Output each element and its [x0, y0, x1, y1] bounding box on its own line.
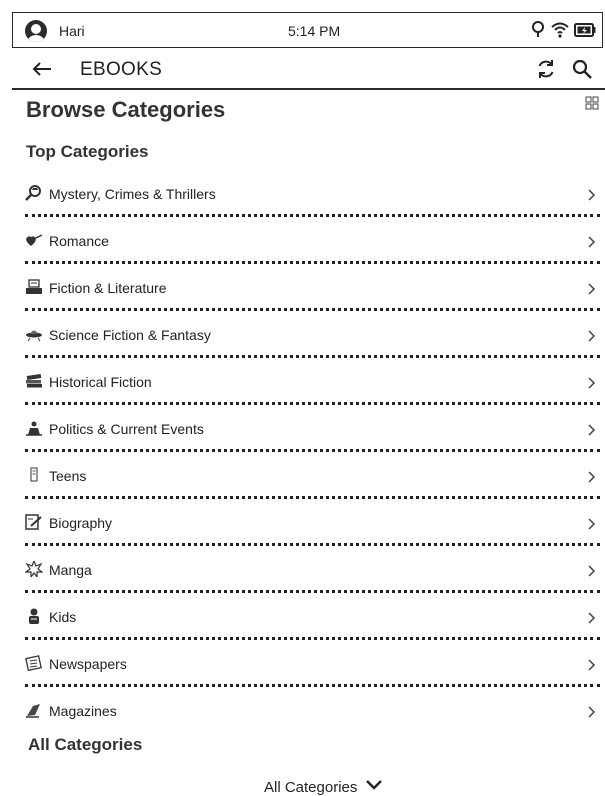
all-categories-heading: All Categories — [28, 735, 143, 754]
category-label: Politics & Current Events — [49, 421, 204, 437]
app-title: EBOOKS — [80, 59, 163, 80]
book-stack-icon — [25, 373, 43, 389]
back-arrow-icon[interactable] — [30, 57, 54, 81]
ufo-icon — [25, 326, 43, 342]
category-item-politics[interactable]: Politics & Current Events — [25, 405, 600, 452]
category-item-teens[interactable]: Teens — [25, 452, 600, 499]
chevron-right-icon — [588, 658, 596, 671]
newspaper-icon — [25, 655, 43, 672]
category-item-romance[interactable]: Romance — [25, 217, 600, 264]
category-label: Kids — [49, 609, 77, 625]
category-label: Science Fiction & Fantasy — [49, 327, 211, 343]
category-label: Biography — [49, 515, 113, 531]
category-item-biography[interactable]: Biography — [25, 499, 600, 546]
chevron-right-icon — [588, 282, 596, 295]
category-item-manga[interactable]: Manga — [24, 546, 600, 593]
chevron-right-icon — [588, 517, 596, 530]
typewriter-icon — [25, 279, 43, 295]
category-label: Magazines — [49, 703, 117, 719]
search-icon[interactable] — [571, 58, 593, 80]
chevron-right-icon — [588, 188, 596, 201]
category-item-fiction[interactable]: Fiction & Literature — [25, 264, 600, 311]
chevron-down-icon — [365, 778, 383, 796]
page-title: Browse Categories — [26, 97, 226, 122]
category-label: Teens — [49, 468, 87, 484]
all-categories-dropdown[interactable]: All Categories — [264, 778, 383, 796]
light-bulb-icon[interactable] — [530, 20, 546, 45]
chevron-right-icon — [588, 376, 596, 389]
heart-arrow-icon — [25, 232, 43, 248]
category-item-mystery[interactable]: Mystery, Crimes & Thrillers — [25, 170, 600, 217]
battery-charging-icon[interactable] — [574, 22, 596, 43]
category-item-scifi[interactable]: Science Fiction & Fantasy — [25, 311, 600, 358]
sync-icon[interactable] — [535, 58, 557, 80]
status-icons — [530, 20, 596, 45]
category-label: Fiction & Literature — [49, 280, 167, 296]
podium-icon — [25, 420, 43, 436]
chevron-right-icon — [588, 470, 596, 483]
chevron-right-icon — [588, 705, 596, 718]
chevron-right-icon — [588, 611, 596, 624]
clock: 5:14 PM — [288, 23, 341, 39]
splash-icon — [24, 559, 44, 579]
top-categories-heading: Top Categories — [26, 142, 149, 161]
magazine-icon — [25, 702, 43, 718]
child-icon — [25, 608, 43, 624]
chevron-right-icon — [588, 235, 596, 248]
avatar[interactable] — [25, 20, 47, 42]
category-label: Romance — [49, 233, 109, 249]
app-bar: EBOOKS — [12, 50, 605, 90]
dropdown-label: All Categories — [264, 778, 358, 796]
category-label: Mystery, Crimes & Thrillers — [49, 186, 216, 202]
user-name: Hari — [59, 23, 85, 39]
category-item-kids[interactable]: Kids — [25, 593, 600, 640]
chevron-right-icon — [588, 564, 596, 577]
category-label: Manga — [49, 562, 92, 578]
chevron-right-icon — [588, 423, 596, 436]
magnifier-detective-icon — [25, 185, 43, 201]
grid-view-icon[interactable] — [585, 96, 599, 110]
scroll-icon — [25, 467, 43, 483]
category-label: Newspapers — [49, 656, 127, 672]
category-label: Historical Fiction — [49, 374, 152, 390]
wifi-icon[interactable] — [550, 21, 570, 44]
category-item-newspapers[interactable]: Newspapers — [25, 640, 600, 687]
category-item-magazines[interactable]: Magazines — [25, 687, 600, 734]
chevron-right-icon — [588, 329, 596, 342]
category-list: Mystery, Crimes & Thrillers Romance Fict… — [24, 170, 600, 734]
pen-paper-icon — [25, 514, 43, 530]
status-bar: Hari 5:14 PM — [12, 12, 603, 48]
category-item-historical[interactable]: Historical Fiction — [25, 358, 600, 405]
